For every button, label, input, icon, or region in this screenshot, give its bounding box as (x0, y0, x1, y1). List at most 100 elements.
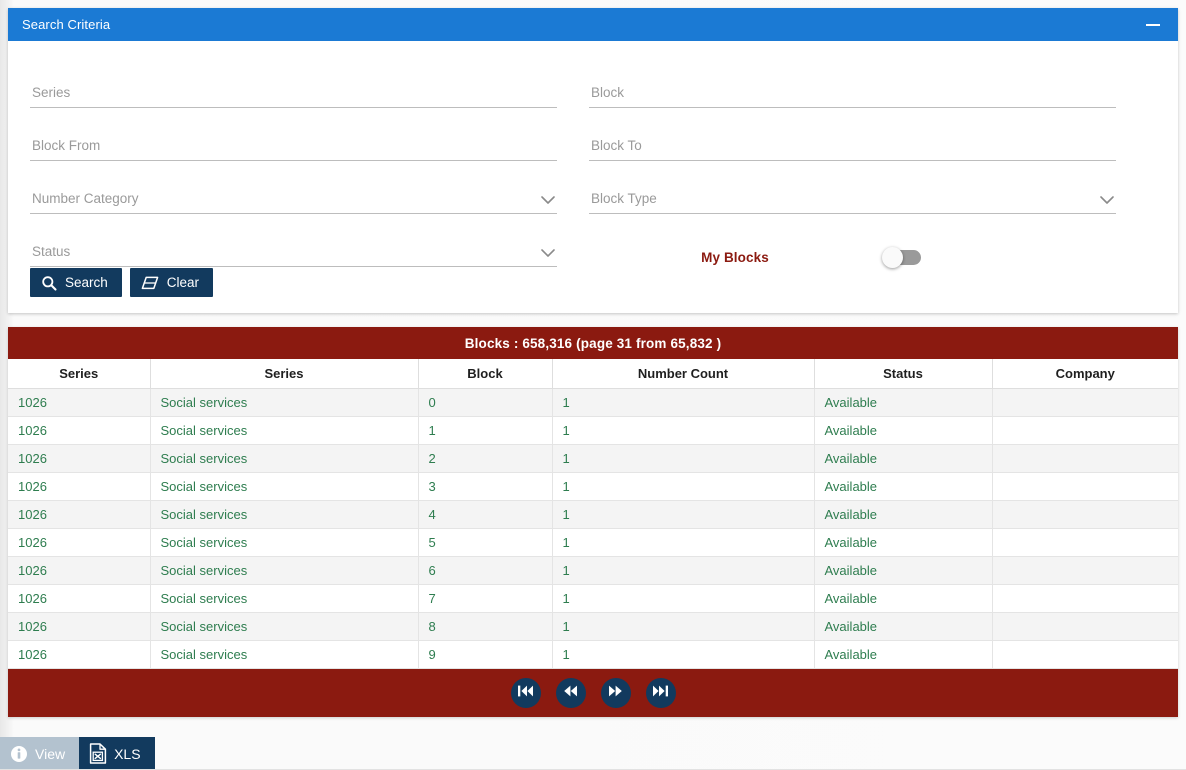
column-header-status[interactable]: Status (814, 359, 993, 389)
column-header-company[interactable]: Company (992, 359, 1178, 389)
cell-series-name: Social services (150, 472, 419, 501)
search-criteria-header[interactable]: Search Criteria (8, 8, 1178, 41)
table-row[interactable]: 1026 Social services 7 1 Available (8, 584, 1178, 613)
field-number-category-label: Number Category (32, 191, 139, 206)
table-header-row: Series Series Block Number Count Status … (8, 359, 1178, 389)
cell-status: Available (814, 528, 993, 557)
field-block-type[interactable]: Block Type (589, 171, 1116, 214)
cell-block: 5 (418, 528, 553, 557)
cell-block: 3 (418, 472, 553, 501)
field-number-category[interactable]: Number Category (30, 171, 557, 214)
cell-series-code: 1026 (8, 640, 151, 669)
results-summary: Blocks : 658,316 (page 31 from 65,832 ) (8, 327, 1178, 359)
cell-company (992, 500, 1178, 529)
table-row[interactable]: 1026 Social services 0 1 Available (8, 388, 1178, 417)
search-form: Series Block From Number Category Status (8, 41, 1178, 313)
table-row[interactable]: 1026 Social services 8 1 Available (8, 612, 1178, 641)
cell-status: Available (814, 500, 993, 529)
table-row[interactable]: 1026 Social services 4 1 Available (8, 500, 1178, 529)
cell-number-count: 1 (552, 528, 815, 557)
minimize-icon[interactable] (1142, 14, 1164, 36)
my-blocks-toggle[interactable] (882, 247, 921, 268)
cell-series-code: 1026 (8, 416, 151, 445)
cell-series-code: 1026 (8, 612, 151, 641)
cell-number-count: 1 (552, 388, 815, 417)
cell-company (992, 528, 1178, 557)
field-status[interactable]: Status (30, 224, 557, 267)
chevron-down-icon (1100, 196, 1114, 205)
column-header-series-name[interactable]: Series (150, 359, 419, 389)
cell-block: 2 (418, 444, 553, 473)
field-status-label: Status (32, 244, 71, 259)
xls-export-button[interactable]: XLS (79, 737, 155, 770)
cell-company (992, 388, 1178, 417)
chevron-down-icon (541, 196, 555, 205)
next-page-button[interactable] (600, 677, 631, 708)
cell-block: 9 (418, 640, 553, 669)
cell-number-count: 1 (552, 444, 815, 473)
table-row[interactable]: 1026 Social services 9 1 Available (8, 640, 1178, 669)
eraser-icon (141, 276, 159, 290)
cell-series-name: Social services (150, 584, 419, 613)
field-block-from[interactable]: Block From (30, 118, 557, 161)
cell-block: 7 (418, 584, 553, 613)
cell-number-count: 1 (552, 612, 815, 641)
cell-status: Available (814, 444, 993, 473)
cell-series-name: Social services (150, 500, 419, 529)
my-blocks-label: My Blocks (701, 250, 769, 265)
bottom-toolbar: View XLS (0, 737, 1186, 770)
cell-series-name: Social services (150, 444, 419, 473)
search-icon (41, 275, 57, 291)
cell-series-code: 1026 (8, 528, 151, 557)
blocks-table: Series Series Block Number Count Status … (8, 359, 1178, 669)
view-button[interactable]: View (0, 737, 80, 770)
toggle-knob (882, 247, 903, 268)
table-row[interactable]: 1026 Social services 3 1 Available (8, 472, 1178, 501)
table-row[interactable]: 1026 Social services 5 1 Available (8, 528, 1178, 557)
previous-page-button[interactable] (555, 677, 586, 708)
cell-series-name: Social services (150, 528, 419, 557)
cell-block: 4 (418, 500, 553, 529)
field-block-to-label: Block To (591, 138, 642, 153)
form-column-right: Block Block To Block Type My Blocks (589, 65, 1116, 279)
table-body: 1026 Social services 0 1 Available 1026 … (8, 388, 1178, 669)
first-page-button[interactable] (510, 677, 541, 708)
info-icon (10, 745, 28, 763)
cell-company (992, 416, 1178, 445)
last-page-button[interactable] (645, 677, 676, 708)
cell-block: 6 (418, 556, 553, 585)
cell-company (992, 444, 1178, 473)
cell-status: Available (814, 556, 993, 585)
cell-status: Available (814, 416, 993, 445)
table-row[interactable]: 1026 Social services 2 1 Available (8, 444, 1178, 473)
cell-series-code: 1026 (8, 500, 151, 529)
table-row[interactable]: 1026 Social services 1 1 Available (8, 416, 1178, 445)
my-blocks-row: My Blocks (589, 236, 1116, 279)
clear-button-label: Clear (166, 274, 200, 290)
clear-button[interactable]: Clear (129, 268, 214, 297)
column-header-number-count[interactable]: Number Count (552, 359, 815, 389)
column-header-series-code[interactable]: Series (8, 359, 151, 389)
rewind-icon (562, 684, 579, 701)
excel-file-icon (89, 743, 107, 764)
cell-status: Available (814, 612, 993, 641)
cell-series-name: Social services (150, 388, 419, 417)
field-block-to[interactable]: Block To (589, 118, 1116, 161)
view-button-label: View (35, 745, 66, 762)
field-series[interactable]: Series (30, 65, 557, 108)
cell-series-name: Social services (150, 556, 419, 585)
cell-number-count: 1 (552, 416, 815, 445)
cell-number-count: 1 (552, 472, 815, 501)
xls-export-button-label: XLS (114, 745, 141, 762)
cell-series-code: 1026 (8, 388, 151, 417)
field-block[interactable]: Block (589, 65, 1116, 108)
app-root: Search Criteria Series Block From Number… (0, 0, 1186, 770)
column-header-block[interactable]: Block (418, 359, 553, 389)
cell-series-name: Social services (150, 640, 419, 669)
cell-series-code: 1026 (8, 444, 151, 473)
cell-series-code: 1026 (8, 584, 151, 613)
results-panel: Blocks : 658,316 (page 31 from 65,832 ) … (8, 327, 1178, 717)
table-row[interactable]: 1026 Social services 6 1 Available (8, 556, 1178, 585)
search-button[interactable]: Search (30, 268, 122, 297)
cell-number-count: 1 (552, 584, 815, 613)
